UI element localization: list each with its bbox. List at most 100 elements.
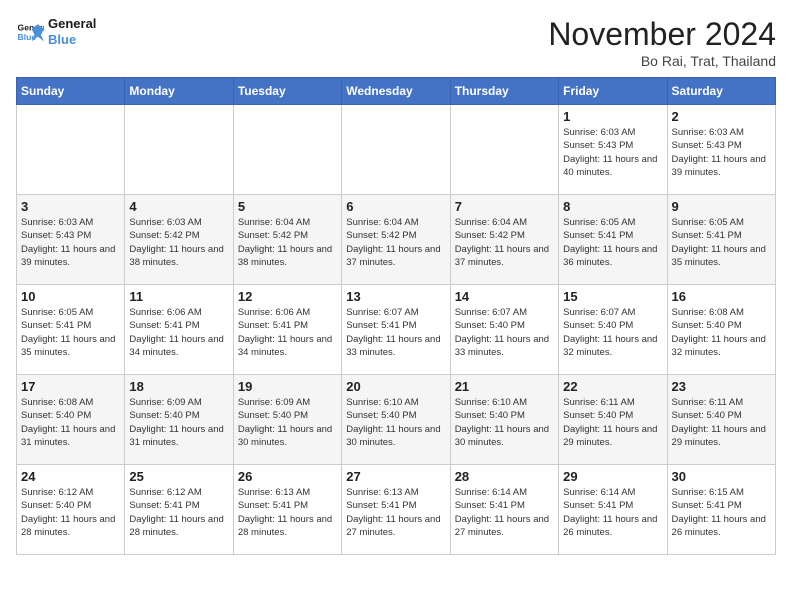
calendar-header-row: SundayMondayTuesdayWednesdayThursdayFrid…: [17, 78, 776, 105]
day-number: 28: [455, 469, 554, 484]
day-number: 23: [672, 379, 771, 394]
day-number: 1: [563, 109, 662, 124]
day-info: Sunrise: 6:09 AM Sunset: 5:40 PM Dayligh…: [238, 396, 337, 449]
calendar-header-monday: Monday: [125, 78, 233, 105]
day-number: 5: [238, 199, 337, 214]
day-info: Sunrise: 6:07 AM Sunset: 5:40 PM Dayligh…: [455, 306, 554, 359]
day-info: Sunrise: 6:11 AM Sunset: 5:40 PM Dayligh…: [563, 396, 662, 449]
calendar-cell: 6Sunrise: 6:04 AM Sunset: 5:42 PM Daylig…: [342, 195, 450, 285]
day-info: Sunrise: 6:05 AM Sunset: 5:41 PM Dayligh…: [563, 216, 662, 269]
calendar-cell: 29 Sunrise: 6:14 AM Sunset: 5:41 PM Dayli…: [559, 465, 667, 555]
calendar-cell: 26 Sunrise: 6:13 AM Sunset: 5:41 PM Dayli…: [233, 465, 341, 555]
calendar-cell: 13 Sunrise: 6:07 AM Sunset: 5:41 PM Dayli…: [342, 285, 450, 375]
day-number: 18: [129, 379, 228, 394]
calendar-cell: 11 Sunrise: 6:06 AM Sunset: 5:41 PM Dayli…: [125, 285, 233, 375]
day-number: 29: [563, 469, 662, 484]
calendar-week-row: 17 Sunrise: 6:08 AM Sunset: 5:40 PM Dayli…: [17, 375, 776, 465]
calendar-cell: [450, 105, 558, 195]
day-number: 15: [563, 289, 662, 304]
day-info: Sunrise: 6:03 AM Sunset: 5:42 PM Dayligh…: [129, 216, 228, 269]
calendar-cell: 16 Sunrise: 6:08 AM Sunset: 5:40 PM Dayli…: [667, 285, 775, 375]
day-info: Sunrise: 6:13 AM Sunset: 5:41 PM Dayligh…: [346, 486, 445, 539]
calendar-header-friday: Friday: [559, 78, 667, 105]
calendar-header-tuesday: Tuesday: [233, 78, 341, 105]
day-info: Sunrise: 6:14 AM Sunset: 5:41 PM Dayligh…: [455, 486, 554, 539]
day-info: Sunrise: 6:07 AM Sunset: 5:41 PM Dayligh…: [346, 306, 445, 359]
calendar-cell: 18 Sunrise: 6:09 AM Sunset: 5:40 PM Dayli…: [125, 375, 233, 465]
calendar-cell: [17, 105, 125, 195]
day-info: Sunrise: 6:10 AM Sunset: 5:40 PM Dayligh…: [455, 396, 554, 449]
day-number: 7: [455, 199, 554, 214]
calendar-cell: 1 Sunrise: 6:03 AM Sunset: 5:43 PM Daylig…: [559, 105, 667, 195]
day-number: 16: [672, 289, 771, 304]
calendar-cell: [233, 105, 341, 195]
calendar-cell: 22 Sunrise: 6:11 AM Sunset: 5:40 PM Dayli…: [559, 375, 667, 465]
calendar-body: 1 Sunrise: 6:03 AM Sunset: 5:43 PM Daylig…: [17, 105, 776, 555]
day-number: 30: [672, 469, 771, 484]
day-info: Sunrise: 6:14 AM Sunset: 5:41 PM Dayligh…: [563, 486, 662, 539]
day-info: Sunrise: 6:08 AM Sunset: 5:40 PM Dayligh…: [21, 396, 120, 449]
month-title: November 2024: [548, 16, 776, 53]
calendar-header-wednesday: Wednesday: [342, 78, 450, 105]
day-info: Sunrise: 6:05 AM Sunset: 5:41 PM Dayligh…: [21, 306, 120, 359]
day-number: 3: [21, 199, 120, 214]
calendar-cell: 21 Sunrise: 6:10 AM Sunset: 5:40 PM Dayli…: [450, 375, 558, 465]
day-info: Sunrise: 6:09 AM Sunset: 5:40 PM Dayligh…: [129, 396, 228, 449]
day-info: Sunrise: 6:12 AM Sunset: 5:41 PM Dayligh…: [129, 486, 228, 539]
day-info: Sunrise: 6:03 AM Sunset: 5:43 PM Dayligh…: [21, 216, 120, 269]
calendar-cell: 4 Sunrise: 6:03 AM Sunset: 5:42 PM Daylig…: [125, 195, 233, 285]
day-number: 12: [238, 289, 337, 304]
day-info: Sunrise: 6:11 AM Sunset: 5:40 PM Dayligh…: [672, 396, 771, 449]
svg-text:Blue: Blue: [18, 31, 37, 41]
day-number: 19: [238, 379, 337, 394]
calendar-week-row: 24Sunrise: 6:12 AM Sunset: 5:40 PM Dayli…: [17, 465, 776, 555]
title-area: November 2024 Bo Rai, Trat, Thailand: [548, 16, 776, 69]
calendar-header-thursday: Thursday: [450, 78, 558, 105]
logo-general: General: [48, 16, 96, 31]
day-number: 2: [672, 109, 771, 124]
calendar-cell: 15 Sunrise: 6:07 AM Sunset: 5:40 PM Dayli…: [559, 285, 667, 375]
day-info: Sunrise: 6:10 AM Sunset: 5:40 PM Dayligh…: [346, 396, 445, 449]
day-number: 4: [129, 199, 228, 214]
calendar-cell: 17 Sunrise: 6:08 AM Sunset: 5:40 PM Dayli…: [17, 375, 125, 465]
header: General Blue General Blue November 2024 …: [16, 16, 776, 69]
logo-blue: Blue: [48, 32, 76, 47]
day-info: Sunrise: 6:07 AM Sunset: 5:40 PM Dayligh…: [563, 306, 662, 359]
day-number: 21: [455, 379, 554, 394]
calendar-cell: 27 Sunrise: 6:13 AM Sunset: 5:41 PM Dayli…: [342, 465, 450, 555]
day-number: 13: [346, 289, 445, 304]
calendar-cell: 20 Sunrise: 6:10 AM Sunset: 5:40 PM Dayli…: [342, 375, 450, 465]
day-number: 17: [21, 379, 120, 394]
calendar-cell: 28 Sunrise: 6:14 AM Sunset: 5:41 PM Dayli…: [450, 465, 558, 555]
day-info: Sunrise: 6:03 AM Sunset: 5:43 PM Dayligh…: [563, 126, 662, 179]
day-number: 25: [129, 469, 228, 484]
calendar-cell: [342, 105, 450, 195]
day-info: Sunrise: 6:08 AM Sunset: 5:40 PM Dayligh…: [672, 306, 771, 359]
day-info: Sunrise: 6:15 AM Sunset: 5:41 PM Dayligh…: [672, 486, 771, 539]
calendar-header-sunday: Sunday: [17, 78, 125, 105]
logo-icon: General Blue: [16, 18, 44, 46]
day-info: Sunrise: 6:04 AM Sunset: 5:42 PM Dayligh…: [455, 216, 554, 269]
day-number: 27: [346, 469, 445, 484]
calendar-cell: 2Sunrise: 6:03 AM Sunset: 5:43 PM Daylig…: [667, 105, 775, 195]
day-number: 8: [563, 199, 662, 214]
calendar-cell: 24Sunrise: 6:12 AM Sunset: 5:40 PM Dayli…: [17, 465, 125, 555]
calendar-cell: 12Sunrise: 6:06 AM Sunset: 5:41 PM Dayli…: [233, 285, 341, 375]
day-number: 22: [563, 379, 662, 394]
calendar-cell: 30 Sunrise: 6:15 AM Sunset: 5:41 PM Dayli…: [667, 465, 775, 555]
calendar-table: SundayMondayTuesdayWednesdayThursdayFrid…: [16, 77, 776, 555]
calendar-cell: [125, 105, 233, 195]
calendar-week-row: 10Sunrise: 6:05 AM Sunset: 5:41 PM Dayli…: [17, 285, 776, 375]
day-number: 24: [21, 469, 120, 484]
calendar-header-saturday: Saturday: [667, 78, 775, 105]
day-number: 26: [238, 469, 337, 484]
calendar-cell: 7 Sunrise: 6:04 AM Sunset: 5:42 PM Daylig…: [450, 195, 558, 285]
day-info: Sunrise: 6:05 AM Sunset: 5:41 PM Dayligh…: [672, 216, 771, 269]
day-number: 11: [129, 289, 228, 304]
day-info: Sunrise: 6:04 AM Sunset: 5:42 PM Dayligh…: [346, 216, 445, 269]
day-info: Sunrise: 6:06 AM Sunset: 5:41 PM Dayligh…: [129, 306, 228, 359]
day-info: Sunrise: 6:13 AM Sunset: 5:41 PM Dayligh…: [238, 486, 337, 539]
day-number: 20: [346, 379, 445, 394]
location: Bo Rai, Trat, Thailand: [548, 53, 776, 69]
calendar-cell: 25 Sunrise: 6:12 AM Sunset: 5:41 PM Dayli…: [125, 465, 233, 555]
